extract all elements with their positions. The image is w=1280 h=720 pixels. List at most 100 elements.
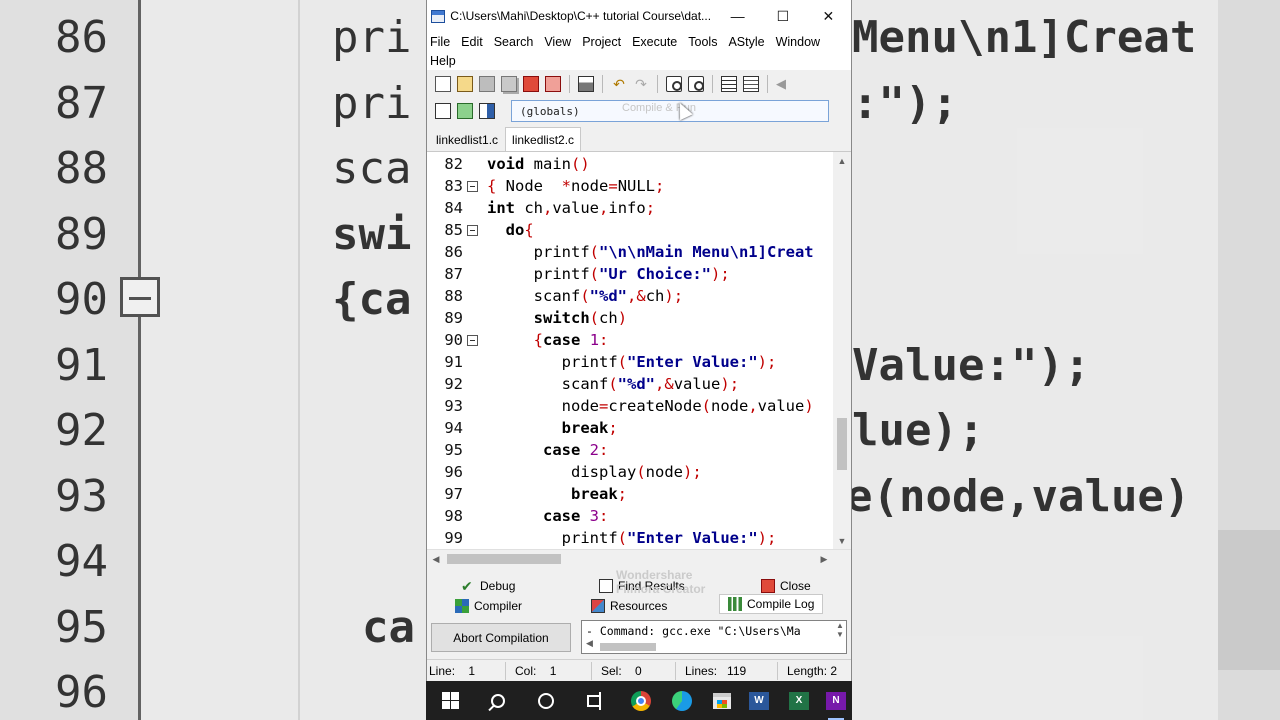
taskbar-excel[interactable]: X — [779, 681, 819, 720]
replace-icon[interactable] — [688, 75, 704, 92]
taskbar-onenote[interactable]: N — [820, 681, 852, 720]
unindent-icon[interactable] — [743, 75, 759, 92]
code-line[interactable]: 98 case 3: — [427, 505, 831, 527]
undo-icon[interactable]: ↶ — [611, 76, 627, 92]
add-to-project-icon[interactable] — [435, 103, 451, 119]
code-line[interactable]: 92 scanf("%d",&value); — [427, 373, 831, 395]
title-bar[interactable]: C:\Users\Mahi\Desktop\C++ tutorial Cours… — [427, 0, 851, 32]
onenote-icon: N — [826, 691, 846, 710]
code-line[interactable]: 89 switch(ch) — [427, 307, 831, 329]
find-icon[interactable] — [666, 75, 682, 92]
save-icon[interactable] — [479, 75, 495, 92]
log-scroll-up-icon[interactable]: ▲ — [834, 621, 846, 630]
menu-tools[interactable]: Tools — [685, 35, 725, 49]
task-view-button[interactable] — [574, 681, 614, 720]
close-window-button[interactable]: ✕ — [806, 0, 851, 32]
scroll-right-icon[interactable]: ▶ — [815, 550, 833, 568]
code-line[interactable]: 97 break; — [427, 483, 831, 505]
scroll-down-icon[interactable]: ▼ — [833, 532, 851, 549]
status-line: Line: 1 — [429, 664, 475, 678]
code-line[interactable]: 87 printf("Ur Choice:"); — [427, 263, 831, 285]
editor-horizontal-scrollbar[interactable]: ◀ ▶ — [427, 549, 851, 567]
menu-execute[interactable]: Execute — [629, 35, 685, 49]
open-file-icon[interactable] — [457, 75, 473, 92]
code-text: case 3: — [543, 507, 609, 525]
edge-icon — [672, 690, 692, 711]
code-editor[interactable]: 82 void main() 83 { Node *node=NULL; 84 int c… — [427, 151, 851, 549]
tab-debug[interactable]: ✔ Debug — [461, 576, 515, 596]
print-icon[interactable] — [578, 75, 594, 92]
remove-from-project-icon[interactable] — [457, 103, 473, 119]
menu-window[interactable]: Window — [773, 35, 828, 49]
taskbar-word[interactable]: W — [739, 681, 779, 720]
redo-icon[interactable]: ↷ — [633, 76, 649, 92]
close-file-icon[interactable] — [523, 75, 539, 92]
code-line[interactable]: 84 int ch,value,info; — [427, 197, 831, 219]
editor-vertical-scrollbar[interactable]: ▲ ▼ — [833, 152, 851, 549]
log-scroll-thumb[interactable] — [600, 643, 656, 651]
indent-icon[interactable] — [721, 75, 737, 92]
tab-compile-log[interactable]: Compile Log — [719, 594, 824, 614]
menu-file[interactable]: File — [427, 35, 458, 49]
code-line[interactable]: 88 scanf("%d",&ch); — [427, 285, 831, 307]
cortana-button[interactable] — [526, 681, 566, 720]
log-scroll-down-icon[interactable]: ▼ — [834, 630, 846, 639]
project-options-icon[interactable] — [479, 103, 495, 119]
menu-view[interactable]: View — [541, 35, 579, 49]
code-line[interactable]: 85 do{ — [427, 219, 831, 241]
tab-close[interactable]: Close — [761, 576, 811, 596]
scroll-left-icon[interactable]: ◀ — [427, 550, 445, 568]
fold-collapse-icon[interactable] — [467, 180, 478, 192]
maximize-button[interactable]: ☐ — [760, 0, 805, 32]
close-all-icon[interactable] — [545, 75, 561, 92]
menu-edit[interactable]: Edit — [458, 35, 491, 49]
menu-project[interactable]: Project — [579, 35, 629, 49]
minimize-button[interactable]: — — [715, 0, 760, 32]
code-line[interactable]: 94 break; — [427, 417, 831, 439]
taskbar-store[interactable] — [702, 681, 742, 720]
menu-help[interactable]: Help — [427, 54, 464, 68]
fold-collapse-icon[interactable] — [467, 224, 478, 236]
log-scroll-left-icon[interactable]: ◀ — [586, 638, 593, 649]
scroll-thumb[interactable] — [837, 418, 847, 470]
tab-linkedlist1[interactable]: linkedlist1.c — [429, 129, 505, 151]
main-toolbar: ↶ ↷ ◀ — [427, 70, 851, 97]
close-panel-icon — [761, 579, 775, 593]
code-line[interactable]: 95 case 2: — [427, 439, 831, 461]
abort-compilation-button[interactable]: Abort Compilation — [431, 623, 571, 652]
menu-search[interactable]: Search — [491, 35, 542, 49]
code-line[interactable]: 83 { Node *node=NULL; — [427, 175, 831, 197]
toolbar-separator — [569, 74, 570, 93]
project-toolbar: (globals) Compile & Run — [427, 97, 851, 125]
code-text: case 2: — [543, 441, 609, 459]
code-text: break; — [561, 419, 618, 437]
log-vertical-scrollbar[interactable]: ▲ ▼ — [834, 621, 846, 653]
save-all-icon[interactable] — [501, 75, 517, 92]
horizontal-scroll-thumb[interactable] — [447, 554, 561, 564]
code-line[interactable]: 99 printf("Enter Value:"); — [427, 527, 831, 549]
code-line[interactable]: 86 printf("\n\nMain Menu\n1]Creat — [427, 241, 831, 263]
fold-collapse-icon[interactable] — [467, 334, 478, 346]
code-line[interactable]: 90 {case 1: — [427, 329, 831, 351]
taskbar-edge[interactable] — [662, 681, 702, 720]
status-lines: Lines: 119 — [685, 664, 746, 678]
go-back-icon[interactable]: ◀ — [776, 76, 792, 92]
compile-log-output[interactable]: - Command: gcc.exe "C:\Users\Ma ◀ ▲ ▼ — [581, 620, 847, 654]
compile-log-text: - Command: gcc.exe "C:\Users\Ma — [586, 624, 801, 638]
code-line[interactable]: 93 node=createNode(node,value) — [427, 395, 831, 417]
log-horizontal-scrollbar[interactable]: ◀ — [582, 638, 834, 653]
globals-select[interactable]: (globals) Compile & Run — [511, 100, 829, 122]
start-button[interactable] — [430, 681, 470, 720]
tab-resources[interactable]: Resources — [591, 596, 667, 616]
tab-linkedlist2[interactable]: linkedlist2.c — [505, 127, 582, 151]
tab-compiler[interactable]: Compiler — [455, 596, 522, 616]
new-file-icon[interactable] — [435, 75, 451, 92]
menu-astyle[interactable]: AStyle — [725, 35, 772, 49]
code-line[interactable]: 82 void main() — [427, 153, 831, 175]
taskbar-search-button[interactable] — [478, 681, 518, 720]
code-line[interactable]: 91 printf("Enter Value:"); — [427, 351, 831, 373]
scroll-up-icon[interactable]: ▲ — [833, 152, 851, 170]
code-line[interactable]: 96 display(node); — [427, 461, 831, 483]
taskbar-chrome[interactable] — [621, 681, 661, 720]
menu-row-2: Help — [427, 51, 851, 70]
